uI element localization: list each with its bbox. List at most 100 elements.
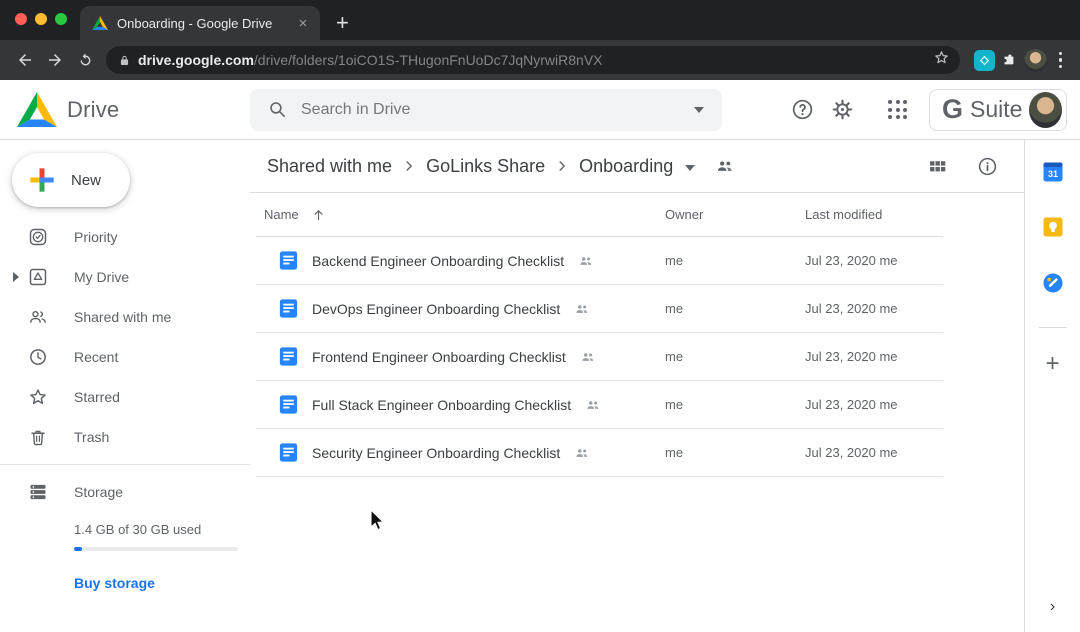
url-host: drive.google.com — [138, 52, 254, 68]
shared-people-icon — [574, 301, 590, 317]
sidebar-item-recent[interactable]: Recent — [0, 337, 250, 377]
people-icon — [28, 307, 48, 327]
search-bar[interactable] — [250, 89, 722, 131]
forward-button[interactable] — [40, 45, 70, 75]
star-icon — [28, 387, 48, 407]
trash-icon — [28, 427, 48, 447]
sidebar-item-priority[interactable]: Priority — [0, 217, 250, 257]
tab-title: Onboarding - Google Drive — [117, 16, 294, 31]
breadcrumb: Shared with me GoLinks Share Onboarding — [250, 140, 1024, 193]
breadcrumb-onboarding[interactable]: Onboarding — [577, 156, 675, 177]
sidebar-item-my-drive[interactable]: My Drive — [0, 257, 250, 297]
keep-icon[interactable] — [1043, 217, 1063, 237]
collapse-chevron-icon[interactable]: › — [1050, 598, 1055, 616]
help-icon[interactable] — [782, 90, 822, 130]
reload-button[interactable] — [70, 45, 100, 75]
breadcrumb-shared-with-me[interactable]: Shared with me — [265, 156, 394, 177]
url-path: /drive/folders/1oiCO1S-THugonFnUoDc7JqNy… — [254, 52, 603, 68]
storage-icon — [28, 482, 48, 502]
minimize-window-button[interactable] — [35, 13, 47, 25]
new-button[interactable]: New — [12, 153, 130, 207]
get-addons-plus-icon[interactable]: + — [1045, 354, 1059, 374]
sidebar-item-shared-with-me[interactable]: Shared with me — [0, 297, 250, 337]
sidebar-item-starred[interactable]: Starred — [0, 377, 250, 417]
shared-people-icon — [585, 397, 601, 413]
header-actions: G Suite — [782, 89, 1080, 131]
search-input[interactable] — [301, 101, 680, 119]
column-header-name[interactable]: Name — [256, 207, 665, 222]
bookmark-star-icon[interactable] — [933, 49, 950, 71]
account-avatar[interactable] — [1029, 92, 1062, 128]
google-docs-icon — [277, 297, 300, 320]
table-row[interactable]: Backend Engineer Onboarding Checklist me… — [256, 237, 943, 285]
drive-triangle-icon — [17, 92, 57, 127]
new-tab-button[interactable]: + — [336, 12, 349, 34]
page-body: New Priority My Dr — [0, 140, 1080, 632]
file-modified: Jul 23, 2020 me — [805, 349, 943, 364]
maximize-window-button[interactable] — [55, 13, 67, 25]
golinks-extension-icon[interactable] — [974, 50, 995, 71]
sort-ascending-arrow-icon[interactable] — [311, 207, 326, 222]
table-row[interactable]: Full Stack Engineer Onboarding Checklist… — [256, 381, 943, 429]
side-panel-divider — [1039, 327, 1067, 328]
column-header-modified[interactable]: Last modified — [805, 207, 943, 222]
close-tab-button[interactable]: × — [294, 15, 312, 32]
table-row[interactable]: Frontend Engineer Onboarding Checklist m… — [256, 333, 943, 381]
drive-wordmark: Drive — [67, 97, 119, 123]
sidebar-item-trash[interactable]: Trash — [0, 417, 250, 457]
multicolor-plus-icon — [27, 165, 57, 195]
file-modified: Jul 23, 2020 me — [805, 397, 943, 412]
drive-header: Drive — [0, 80, 1080, 140]
storage-section: Storage 1.4 GB of 30 GB used Buy storage — [0, 465, 250, 593]
sidebar-item-storage[interactable]: Storage — [28, 478, 250, 506]
view-actions — [927, 156, 998, 177]
url-bar[interactable]: drive.google.com /drive/folders/1oiCO1S-… — [106, 46, 960, 74]
file-name: Backend Engineer Onboarding Checklist — [312, 253, 564, 269]
browser-profile-avatar[interactable] — [1024, 49, 1047, 72]
table-row[interactable]: DevOps Engineer Onboarding Checklist me … — [256, 285, 943, 333]
browser-tab[interactable]: Onboarding - Google Drive × — [80, 6, 320, 40]
google-docs-icon — [277, 249, 300, 272]
table-row[interactable]: Security Engineer Onboarding Checklist m… — [256, 429, 943, 477]
close-window-button[interactable] — [15, 13, 27, 25]
shared-people-icon — [578, 253, 594, 269]
breadcrumb-golinks-share[interactable]: GoLinks Share — [424, 156, 547, 177]
shared-folder-people-icon — [715, 156, 735, 176]
file-modified: Jul 23, 2020 me — [805, 301, 943, 316]
svg-text:31: 31 — [1047, 169, 1057, 179]
folder-menu-caret-icon[interactable] — [685, 165, 695, 171]
new-button-label: New — [71, 172, 101, 189]
browser-toolbar: drive.google.com /drive/folders/1oiCO1S-… — [0, 40, 1080, 80]
browser-menu-icon[interactable] — [1059, 52, 1063, 69]
settings-gear-icon[interactable] — [822, 90, 862, 130]
main-content: Shared with me GoLinks Share Onboarding — [250, 140, 1024, 632]
gsuite-label: Suite — [970, 96, 1022, 123]
gsuite-account-chip[interactable]: G Suite — [929, 89, 1067, 131]
file-name: Frontend Engineer Onboarding Checklist — [312, 349, 566, 365]
file-name: DevOps Engineer Onboarding Checklist — [312, 301, 560, 317]
info-icon[interactable] — [977, 156, 998, 177]
tasks-icon[interactable] — [1043, 273, 1063, 293]
my-drive-icon — [28, 267, 48, 287]
grid-view-icon[interactable] — [927, 156, 948, 177]
search-options-caret-icon[interactable] — [694, 107, 704, 113]
buy-storage-link[interactable]: Buy storage — [74, 575, 155, 591]
google-docs-icon — [277, 345, 300, 368]
google-docs-icon — [277, 393, 300, 416]
back-button[interactable] — [10, 45, 40, 75]
google-apps-grid-icon[interactable] — [888, 100, 907, 119]
drive-logo[interactable]: Drive — [0, 92, 250, 127]
file-owner: me — [665, 445, 805, 460]
side-panel: 31 + › — [1024, 140, 1080, 632]
table-header-row: Name Owner Last modified — [256, 193, 943, 237]
browser-window: Onboarding - Google Drive × + drive.goog… — [0, 0, 1080, 632]
extensions-puzzle-icon[interactable] — [1001, 52, 1018, 69]
calendar-icon[interactable]: 31 — [1043, 162, 1063, 182]
file-modified: Jul 23, 2020 me — [805, 445, 943, 460]
expand-caret-icon[interactable] — [13, 272, 19, 282]
sidebar-item-label: Starred — [74, 389, 120, 405]
file-modified: Jul 23, 2020 me — [805, 253, 943, 268]
storage-progress-bar — [74, 547, 238, 551]
column-header-owner[interactable]: Owner — [665, 207, 805, 222]
google-docs-icon — [277, 441, 300, 464]
